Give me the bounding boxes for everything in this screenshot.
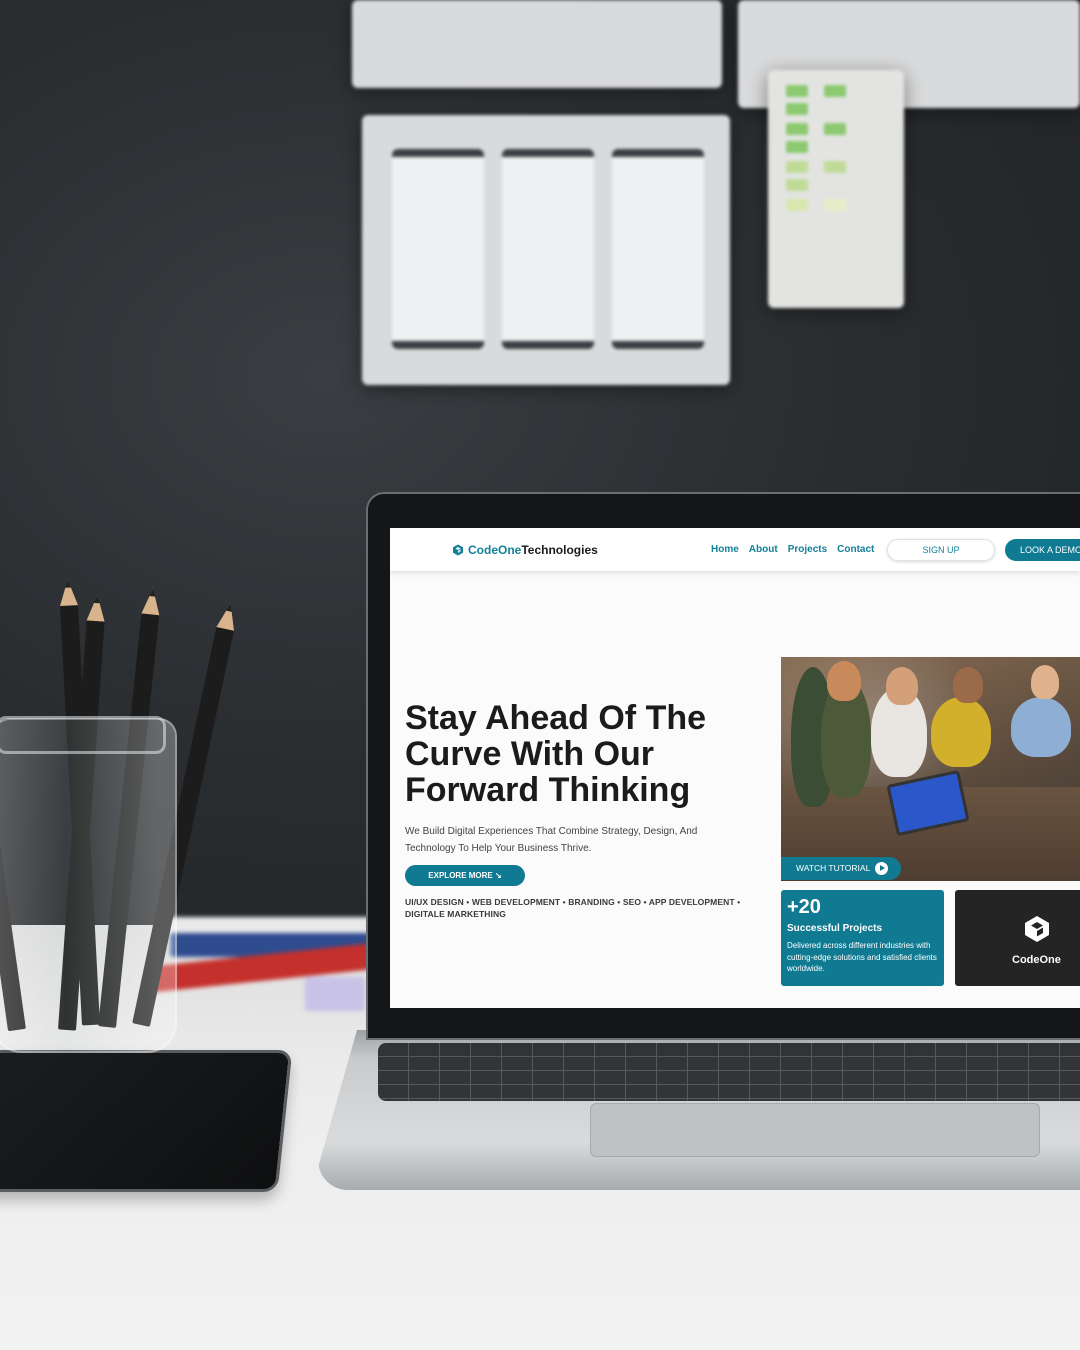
brand-name: CodeOne: [1012, 954, 1061, 966]
laptop-keyboard: [378, 1043, 1080, 1101]
nav-link-home[interactable]: Home: [711, 544, 739, 555]
stats-number: +20: [787, 896, 821, 918]
glass-jar: [0, 718, 177, 1053]
stats-description: Delivered across different industries wi…: [787, 941, 937, 973]
stats-card: +20 Successful Projects Delivered across…: [781, 890, 944, 986]
watch-tutorial-button[interactable]: WATCH TUTORIAL: [781, 857, 901, 880]
desk-folders: [149, 905, 380, 1015]
site-header: CodeOneTechnologies Home About Projects …: [390, 528, 1080, 571]
services-list: UI/UX DESIGN • WEB DEVELOPMENT • BRANDIN…: [405, 897, 741, 919]
nav-link-projects[interactable]: Projects: [788, 544, 827, 555]
nav-link-about[interactable]: About: [749, 544, 778, 555]
hero-subtitle: We Build Digital Experiences That Combin…: [405, 826, 698, 854]
glass-jar-rim: [0, 716, 166, 754]
signup-button[interactable]: SIGN UP: [887, 539, 995, 561]
wall-wireframe-paper: [362, 115, 730, 385]
hero-title: Stay Ahead Of The Curve With Our Forward…: [405, 699, 707, 809]
tablet-device: [0, 1050, 293, 1192]
wall-sticky-chart: [768, 70, 904, 308]
explore-more-button[interactable]: EXPLORE MORE ↘: [405, 865, 525, 886]
play-icon: [875, 862, 888, 875]
logo-icon: [453, 544, 463, 556]
laptop-screen-website: CodeOneTechnologies Home About Projects …: [390, 528, 1080, 1008]
team-meeting-photo: [781, 657, 1080, 881]
laptop-trackpad: [590, 1103, 1040, 1157]
look-a-demo-button[interactable]: LOOK A DEMO: [1005, 539, 1080, 561]
watch-tutorial-label: WATCH TUTORIAL: [796, 863, 871, 873]
nav-link-contact[interactable]: Contact: [837, 544, 874, 555]
brand-card: CodeOne: [955, 890, 1080, 986]
site-logo[interactable]: CodeOneTechnologies: [452, 543, 598, 557]
main-nav: Home About Projects Contact: [711, 544, 874, 555]
stats-label: Successful Projects: [787, 923, 883, 934]
logo-text: CodeOneTechnologies: [468, 543, 598, 557]
cube-logo-icon: [1025, 916, 1049, 942]
wall-sketch-paper-top: [352, 0, 722, 88]
